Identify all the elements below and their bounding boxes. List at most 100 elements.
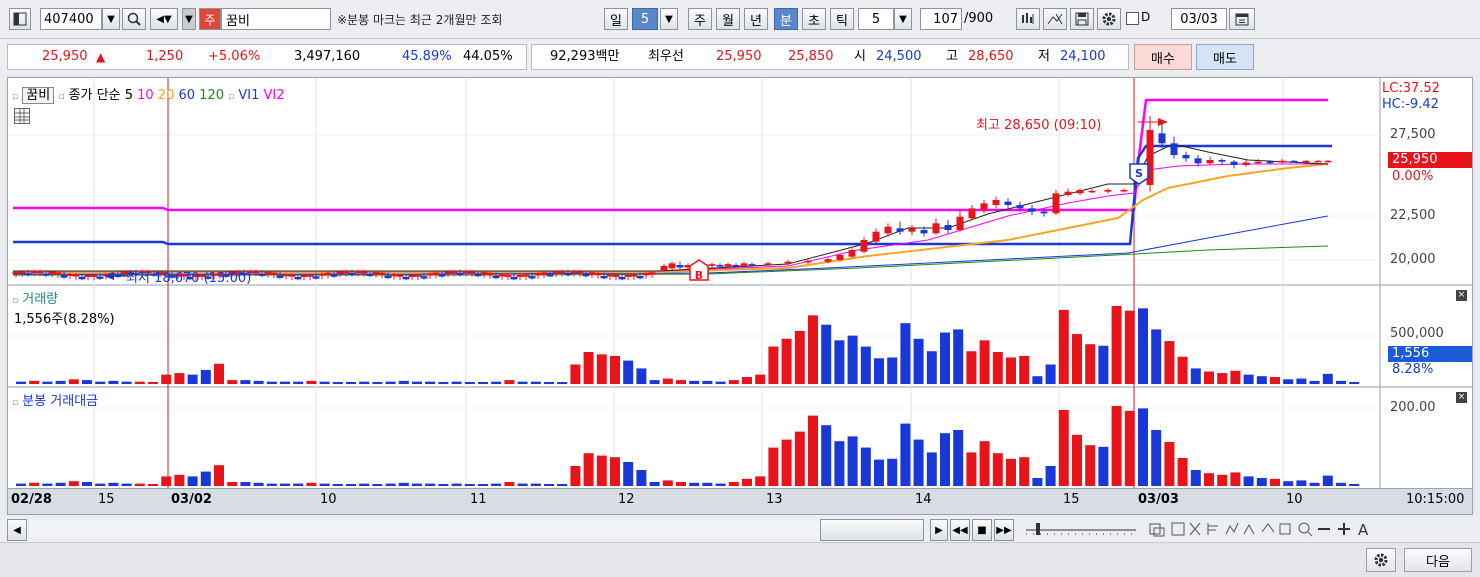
period-day-button[interactable]: 일 bbox=[604, 8, 628, 30]
period-year-button[interactable]: 년 bbox=[744, 8, 768, 30]
volume-bar bbox=[1283, 379, 1294, 384]
scroll-thumb[interactable] bbox=[820, 519, 924, 541]
footer-settings-gear-icon[interactable] bbox=[1366, 548, 1396, 572]
price-candle bbox=[668, 263, 676, 269]
period-month-button[interactable]: 월 bbox=[716, 8, 740, 30]
data-table-icon[interactable] bbox=[14, 108, 30, 124]
price-candle bbox=[1242, 162, 1250, 165]
volume-bar bbox=[1006, 357, 1016, 384]
sell-button[interactable]: 매도 bbox=[1196, 44, 1254, 70]
price-candle bbox=[306, 274, 314, 277]
scroll-right-icon[interactable]: ▶ bbox=[930, 519, 948, 541]
price-candle bbox=[836, 255, 844, 260]
price-candle bbox=[546, 274, 554, 277]
amount-bar bbox=[1164, 442, 1175, 486]
interval-dropdown-icon[interactable]: ▼ bbox=[894, 8, 912, 30]
amount-panel-close-icon[interactable]: × bbox=[1456, 392, 1467, 403]
buy-button[interactable]: 매수 bbox=[1134, 44, 1192, 70]
scroll-track[interactable] bbox=[30, 520, 820, 538]
amount-bar bbox=[200, 471, 211, 486]
settings-gear-icon[interactable] bbox=[1097, 8, 1121, 30]
price-panel-legend: ▫ 꿈비 ▫ 종가 단순 5 10 20 60 120 ▫ VI1 VI2 bbox=[12, 84, 285, 104]
amount-bar bbox=[715, 483, 726, 486]
price-candle bbox=[606, 274, 614, 277]
search-icon[interactable] bbox=[122, 8, 146, 30]
price-candle bbox=[956, 216, 964, 230]
price-candle bbox=[660, 265, 668, 270]
legend-toggle-icon[interactable]: ▫ bbox=[58, 92, 64, 102]
period-second-button[interactable]: 초 bbox=[802, 8, 826, 30]
amount-bar bbox=[1045, 466, 1056, 486]
x-label-14: 14 bbox=[915, 492, 932, 507]
amount-bar bbox=[742, 478, 752, 486]
volume-bar bbox=[742, 376, 752, 384]
save-icon[interactable] bbox=[1070, 8, 1094, 30]
fast-forward-icon[interactable]: ▶▶ bbox=[994, 519, 1014, 541]
amount-bar bbox=[517, 483, 528, 486]
vi-toggle-icon[interactable]: ▫ bbox=[228, 92, 234, 102]
amount-bar bbox=[1019, 457, 1030, 486]
price-panel-title[interactable]: 꿈비 bbox=[22, 87, 55, 104]
volume-bar bbox=[68, 379, 79, 384]
chart-canvas[interactable]: BS bbox=[8, 78, 1472, 514]
amount-bar bbox=[398, 482, 409, 486]
calendar-icon[interactable] bbox=[1229, 8, 1255, 30]
amount-toggle-icon[interactable]: ▫ bbox=[12, 398, 18, 408]
volume-ratio-2: 44.05% bbox=[463, 49, 513, 64]
price-candle bbox=[1314, 160, 1322, 163]
volume-bar bbox=[95, 381, 106, 384]
volume-toggle-icon[interactable]: ▫ bbox=[12, 296, 18, 306]
window-menu-icon[interactable] bbox=[9, 8, 31, 30]
price-candle bbox=[1254, 161, 1262, 164]
next-button[interactable]: 다음 bbox=[1404, 548, 1472, 572]
prev-next-icon[interactable]: ◀▼ bbox=[150, 8, 178, 30]
price-candle bbox=[594, 272, 602, 276]
volume-bar bbox=[214, 363, 224, 384]
amount-bar bbox=[874, 459, 884, 486]
period-week-button[interactable]: 주 bbox=[688, 8, 712, 30]
chart-area[interactable]: BS ▫ 꿈비 ▫ 종가 단순 5 10 20 60 120 ▫ VI1 VI2… bbox=[7, 77, 1473, 515]
group-dropdown-icon[interactable]: ▼ bbox=[182, 8, 196, 30]
zoom-slider[interactable] bbox=[1022, 520, 1140, 538]
panel-toggle-icon[interactable]: ▫ bbox=[12, 92, 18, 102]
amount-bar bbox=[596, 455, 607, 486]
amount-bar bbox=[253, 482, 264, 486]
stock-name-field[interactable]: 꿈비 bbox=[221, 8, 331, 30]
period-tick-button[interactable]: 틱 bbox=[830, 8, 854, 30]
price-candle bbox=[300, 274, 308, 277]
price-candle bbox=[1052, 193, 1060, 214]
rewind-icon[interactable]: ◀◀ bbox=[950, 519, 970, 541]
overlay-compare-icon[interactable] bbox=[1016, 8, 1040, 30]
amount-bar bbox=[544, 484, 554, 486]
date-input[interactable]: 03/03 bbox=[1171, 8, 1227, 30]
volume-bar bbox=[1098, 345, 1109, 384]
price-candle bbox=[534, 273, 542, 276]
amount-bar bbox=[1111, 406, 1122, 486]
count-input[interactable]: 107 bbox=[920, 8, 962, 30]
volume-bar bbox=[1349, 382, 1360, 384]
amount-bar bbox=[16, 483, 26, 486]
stock-code-input[interactable]: 407400 bbox=[40, 8, 102, 30]
amount-bar bbox=[478, 484, 488, 486]
volume-bar bbox=[1085, 344, 1096, 384]
volume-bar bbox=[1217, 373, 1228, 384]
amount-bar bbox=[174, 474, 185, 486]
code-dropdown-icon[interactable]: ▼ bbox=[102, 8, 120, 30]
stop-icon[interactable]: ■ bbox=[972, 519, 992, 541]
scroll-left-icon[interactable]: ◀ bbox=[7, 519, 27, 541]
period-dropdown-icon[interactable]: ▼ bbox=[660, 8, 678, 30]
period-day-count-button[interactable]: 5 bbox=[632, 8, 658, 30]
open-label: 시 bbox=[854, 49, 866, 64]
period-minute-button[interactable]: 분 bbox=[774, 8, 798, 30]
volume-bar bbox=[821, 324, 832, 384]
amount-bar bbox=[280, 483, 290, 486]
trend-tool-icon[interactable] bbox=[1043, 8, 1067, 30]
volume-bar bbox=[1190, 368, 1201, 384]
interval-input[interactable]: 5 bbox=[858, 8, 894, 30]
price-candle bbox=[402, 276, 410, 280]
price-candle bbox=[450, 270, 458, 274]
volume-panel-close-icon[interactable]: × bbox=[1456, 290, 1467, 301]
chart-tools-icons[interactable]: A bbox=[1148, 520, 1378, 539]
amount-bar bbox=[293, 483, 304, 486]
date-checkbox[interactable] bbox=[1126, 12, 1139, 25]
